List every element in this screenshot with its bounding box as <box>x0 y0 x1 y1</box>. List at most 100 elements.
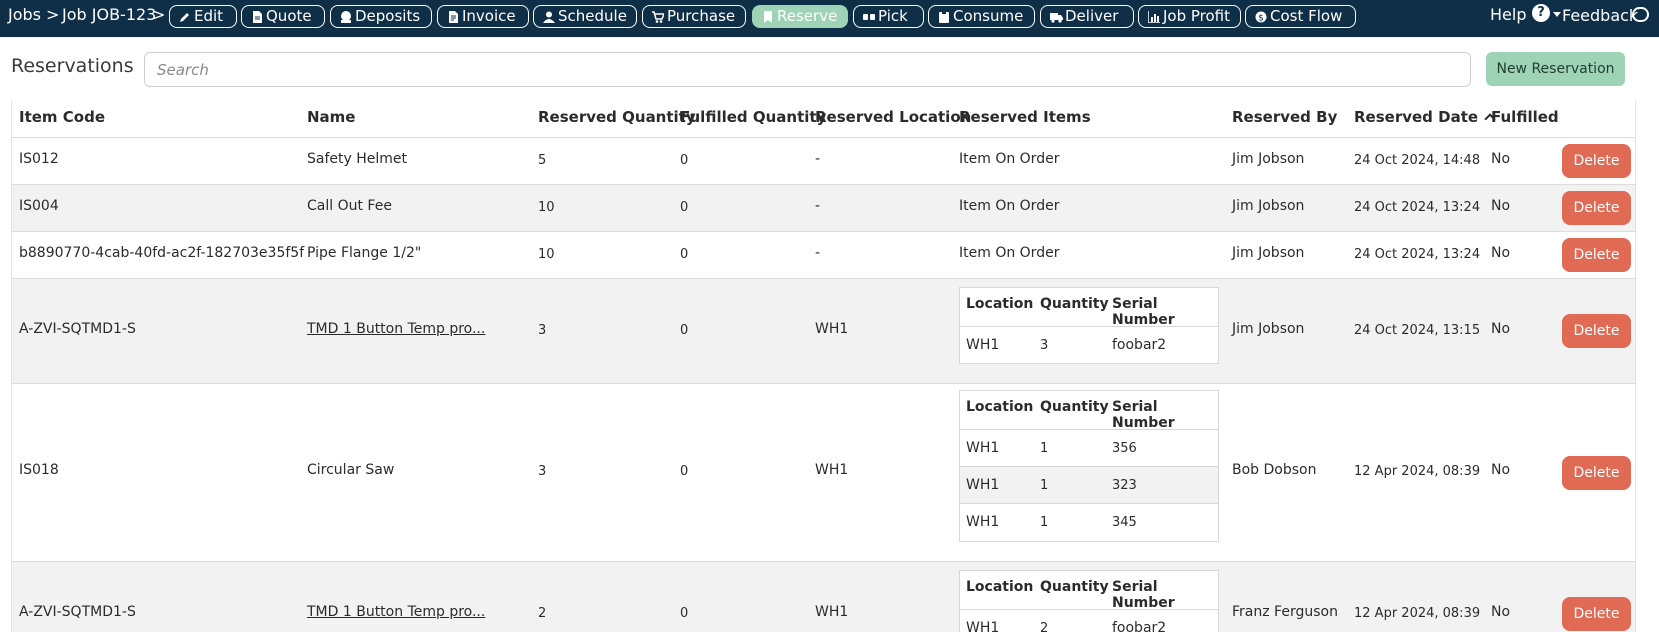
breadcrumb-jobs[interactable]: Jobs <box>8 5 41 24</box>
delete-button[interactable]: Delete <box>1562 144 1631 178</box>
subtable-header-location: Location <box>966 296 1034 312</box>
item-code: A-ZVI-SQTMD1-S <box>19 604 136 620</box>
column-header-reserved-date[interactable]: Reserved Date <box>1354 108 1496 126</box>
tab-deposits[interactable]: Deposits <box>330 5 432 28</box>
subtable-location: WH1 <box>966 337 1000 353</box>
search-input[interactable] <box>144 52 1471 87</box>
cart-icon <box>652 11 664 23</box>
item-name: Safety Helmet <box>307 151 408 167</box>
tab-schedule[interactable]: Schedule <box>533 5 637 28</box>
delete-button[interactable]: Delete <box>1562 238 1631 272</box>
column-header-fulfilled-quantity[interactable]: Fulfilled Quantity <box>680 108 826 126</box>
reserved-by: Jim Jobson <box>1232 245 1305 261</box>
reserved-quantity: 5 <box>538 153 547 168</box>
reserved-by: Bob Dobson <box>1232 462 1317 478</box>
item-name: Pipe Flange 1/2" <box>307 245 422 261</box>
feedback-link[interactable]: Feedback <box>1562 6 1638 25</box>
subtable-row: WH1 1 356 <box>960 429 1218 466</box>
tab-pick[interactable]: Pick <box>853 5 924 28</box>
fulfilled-quantity: 0 <box>680 200 689 215</box>
tab-consume[interactable]: Consume <box>928 5 1035 28</box>
item-code: A-ZVI-SQTMD1-S <box>19 321 136 337</box>
column-header-reserved-quantity[interactable]: Reserved Quantity <box>538 108 696 126</box>
fulfilled-status: No <box>1491 198 1511 214</box>
tab-cost-flow[interactable]: $ Cost Flow <box>1245 5 1356 28</box>
help-icon[interactable]: ? <box>1532 4 1550 22</box>
reserved-date: 24 Oct 2024, 13:15 <box>1354 323 1481 338</box>
subtable-serial: 345 <box>1112 515 1137 530</box>
column-header-name[interactable]: Name <box>307 108 355 126</box>
page-title: Reservations <box>11 55 134 77</box>
fulfilled-status: No <box>1491 462 1511 478</box>
item-name-link[interactable]: TMD 1 Button Temp pro... <box>307 604 485 620</box>
item-name-link[interactable]: TMD 1 Button Temp pro... <box>307 321 485 337</box>
reserved-by: Jim Jobson <box>1232 151 1305 167</box>
reserved-quantity: 10 <box>538 247 555 262</box>
bar-chart-icon <box>1148 11 1160 23</box>
subtable-quantity: 1 <box>1040 515 1049 530</box>
subtable-serial: foobar2 <box>1112 620 1167 632</box>
subtable-row: WH1 1 323 <box>960 466 1218 503</box>
tab-edit[interactable]: Edit <box>169 5 237 28</box>
tab-invoice[interactable]: Invoice <box>437 5 529 28</box>
item-name: Circular Saw <box>307 462 395 478</box>
column-header-reserved-by[interactable]: Reserved By <box>1232 108 1337 126</box>
speech-bubble-icon[interactable] <box>1632 7 1649 22</box>
column-header-reserved-location[interactable]: Reserved Location <box>815 108 971 126</box>
delete-button[interactable]: Delete <box>1562 314 1631 348</box>
subtable-header-quantity: Quantity <box>1040 579 1109 595</box>
delete-button[interactable]: Delete <box>1562 456 1631 490</box>
help-menu[interactable]: Help <box>1490 5 1526 24</box>
item-code: IS004 <box>19 198 59 214</box>
invoice-icon <box>449 11 458 23</box>
reserved-date: 24 Oct 2024, 13:24 <box>1354 200 1481 215</box>
subtable-row: WH1 1 345 <box>960 503 1218 540</box>
fulfilled-status: No <box>1491 321 1511 337</box>
fulfilled-quantity: 0 <box>680 153 689 168</box>
subtable-row: WH1 3 foobar2 <box>960 326 1218 363</box>
fulfilled-status: No <box>1491 245 1511 261</box>
tab-reserve[interactable]: Reserve <box>752 5 848 28</box>
bookmark-icon <box>764 11 772 23</box>
subtable-header-location: Location <box>966 579 1034 595</box>
fulfilled-quantity: 0 <box>680 606 689 621</box>
fulfilled-quantity: 0 <box>680 464 689 479</box>
document-icon <box>253 11 262 23</box>
subtable-header-serial: Serial Number <box>1112 579 1175 611</box>
reserved-date: 24 Oct 2024, 14:48 <box>1354 153 1481 168</box>
table-row: A-ZVI-SQTMD1-S TMD 1 Button Temp pro... … <box>12 562 1635 632</box>
subtable-serial: 323 <box>1112 478 1137 493</box>
subtable-serial: 356 <box>1112 441 1137 456</box>
hands-icon <box>863 14 875 20</box>
reserved-items: Item On Order <box>959 151 1060 167</box>
table-row: IS018 Circular Saw 3 0 WH1 Location Quan… <box>12 384 1635 562</box>
tab-job-profit[interactable]: Job Profit <box>1138 5 1241 28</box>
reserved-items-subtable: Location Quantity Serial Number WH1 1 35… <box>959 390 1219 542</box>
subtable-location: WH1 <box>966 477 1000 493</box>
reserved-quantity: 2 <box>538 606 547 621</box>
subtable-serial: foobar2 <box>1112 337 1167 353</box>
tab-purchase[interactable]: Purchase <box>642 5 746 28</box>
new-reservation-button[interactable]: New Reservation <box>1486 52 1625 86</box>
tab-quote[interactable]: Quote <box>241 5 325 28</box>
subtable-quantity: 1 <box>1040 478 1049 493</box>
reserved-location: WH1 <box>815 321 849 337</box>
column-header-item-code[interactable]: Item Code <box>19 108 105 126</box>
subtable-header-serial: Serial Number <box>1112 399 1175 431</box>
delete-button[interactable]: Delete <box>1562 191 1631 225</box>
reserved-quantity: 3 <box>538 323 547 338</box>
breadcrumb-job[interactable]: Job JOB-123 <box>62 5 156 24</box>
reservations-table: Item Code Name Reserved Quantity Fulfill… <box>11 101 1636 632</box>
reserved-quantity: 10 <box>538 200 555 215</box>
reserved-items: Item On Order <box>959 198 1060 214</box>
table-row: b8890770-4cab-40fd-ac2f-182703e35f5f Pip… <box>12 232 1635 279</box>
delete-button[interactable]: Delete <box>1562 597 1631 631</box>
chevron-down-icon[interactable] <box>1553 12 1561 17</box>
reserved-by: Jim Jobson <box>1232 198 1305 214</box>
column-header-reserved-items[interactable]: Reserved Items <box>959 108 1091 126</box>
item-name: Call Out Fee <box>307 198 392 214</box>
subtable-header-serial: Serial Number <box>1112 296 1175 328</box>
tab-deliver[interactable]: Deliver <box>1040 5 1134 28</box>
table-row: A-ZVI-SQTMD1-S TMD 1 Button Temp pro... … <box>12 279 1635 384</box>
column-header-fulfilled[interactable]: Fulfilled <box>1491 108 1559 126</box>
